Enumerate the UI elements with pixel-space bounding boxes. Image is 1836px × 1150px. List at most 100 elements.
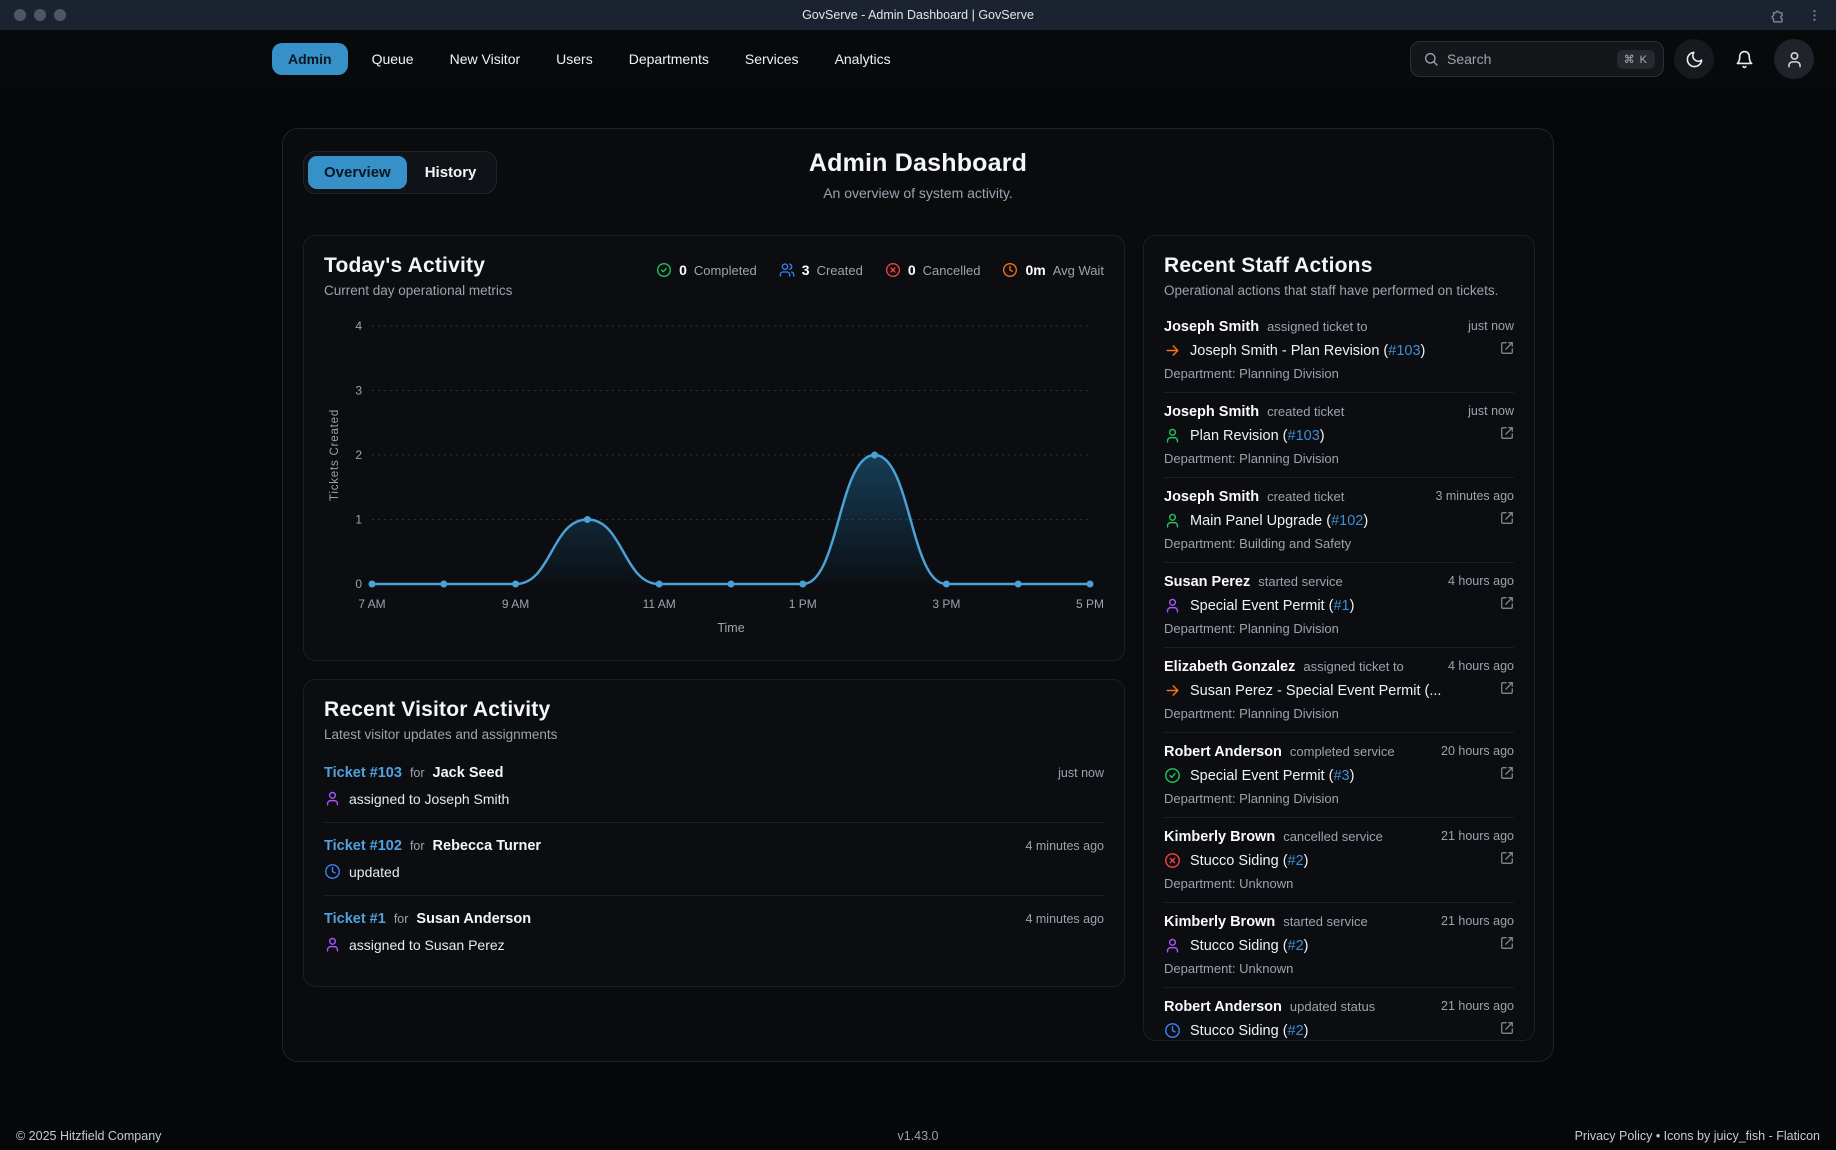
todays-activity-title: Today's Activity [324, 254, 512, 278]
nav-item-new-visitor[interactable]: New Visitor [438, 43, 533, 75]
staff-time: 20 hours ago [1441, 744, 1514, 758]
arrow-right-icon [1164, 682, 1181, 699]
external-link-icon[interactable] [1500, 511, 1514, 525]
tab-overview[interactable]: Overview [308, 156, 407, 189]
privacy-policy-link[interactable]: Privacy Policy [1575, 1129, 1653, 1143]
external-link-icon[interactable] [1500, 341, 1514, 355]
external-link-icon[interactable] [1500, 1021, 1514, 1035]
staff-action-label: created ticket [1267, 489, 1344, 504]
ticket-id-link[interactable]: #103 [1288, 428, 1320, 444]
staff-name: Joseph Smith [1164, 319, 1259, 335]
profile-button[interactable] [1774, 39, 1814, 79]
check-circle-icon [1164, 767, 1181, 784]
staff-action-row: Kimberly Brown started service Stucco Sidi… [1164, 902, 1514, 987]
app-footer: © 2025 Hitzfield Company v1.43.0 Privacy… [0, 1122, 1836, 1150]
svg-text:5 PM: 5 PM [1076, 597, 1104, 611]
visitor-name: Susan Anderson [416, 911, 531, 927]
user-icon [1785, 50, 1804, 69]
theme-toggle-button[interactable] [1674, 39, 1714, 79]
staff-time: just now [1468, 404, 1514, 418]
staff-time: 21 hours ago [1441, 999, 1514, 1013]
window-menu-icon[interactable] [1807, 8, 1822, 23]
footer-credits: • Icons by juicy_fish - Flaticon [1652, 1129, 1820, 1143]
notifications-button[interactable] [1724, 39, 1764, 79]
nav-item-departments[interactable]: Departments [617, 43, 721, 75]
left-column: Today's Activity Current day operational… [303, 235, 1125, 987]
top-navbar: Admin Queue New Visitor Users Departments Ser… [0, 30, 1836, 88]
search-icon [1423, 51, 1439, 67]
staff-name: Elizabeth Gonzalez [1164, 659, 1295, 675]
staff-ticket-title: Stucco Siding (#2) [1190, 938, 1309, 954]
staff-action-label: started service [1258, 574, 1343, 589]
search-box[interactable]: ⌘ K [1410, 41, 1664, 77]
nav-item-admin[interactable]: Admin [272, 43, 348, 75]
window-minimize-button[interactable] [34, 9, 46, 21]
window-close-button[interactable] [14, 9, 26, 21]
user-icon [1164, 597, 1181, 614]
staff-action-label: assigned ticket to [1267, 319, 1367, 334]
tab-history[interactable]: History [409, 156, 493, 189]
stat-completed: 0Completed [656, 262, 757, 278]
visitor-activity-title: Recent Visitor Activity [324, 698, 1104, 722]
ticket-id-link[interactable]: #1 [1333, 598, 1349, 614]
dashboard-container: OverviewHistory Admin Dashboard An overv… [282, 128, 1554, 1062]
nav-item-services[interactable]: Services [733, 43, 811, 75]
nav-item-analytics[interactable]: Analytics [823, 43, 903, 75]
external-link-icon[interactable] [1500, 851, 1514, 865]
external-link-icon[interactable] [1500, 596, 1514, 610]
external-link-icon[interactable] [1500, 936, 1514, 950]
ticket-id-link[interactable]: #2 [1288, 938, 1304, 954]
ticket-id-link[interactable]: #2 [1288, 853, 1304, 869]
staff-ticket-title: Joseph Smith - Plan Revision (#103) [1190, 343, 1425, 359]
visitor-time: 4 minutes ago [1025, 912, 1104, 926]
staff-actions-subtitle: Operational actions that staff have perf… [1164, 283, 1514, 298]
svg-text:Time: Time [717, 621, 744, 635]
staff-time: 4 hours ago [1448, 659, 1514, 673]
external-link-icon[interactable] [1500, 766, 1514, 780]
staff-time: just now [1468, 319, 1514, 333]
tickets-created-chart: 012347 AM9 AM11 AM1 PM3 PM5 PMTimeTicket… [324, 312, 1104, 642]
ticket-id-link[interactable]: #102 [1331, 513, 1363, 529]
staff-department: Department: Planning Division [1164, 621, 1448, 636]
staff-ticket-title: Susan Perez - Special Event Permit (... [1190, 683, 1441, 699]
visitor-row: Ticket #1forSusan Anderson4 minutes agoa… [324, 895, 1104, 968]
ticket-link[interactable]: Ticket #103 [324, 765, 402, 781]
user-icon [1164, 937, 1181, 954]
for-label: for [394, 912, 409, 926]
user-icon [324, 790, 341, 807]
staff-name: Kimberly Brown [1164, 914, 1275, 930]
nav-item-users[interactable]: Users [544, 43, 605, 75]
footer-version: v1.43.0 [897, 1129, 938, 1143]
visitor-activity-list: Ticket #103forJack Seedjust nowassigned … [324, 750, 1104, 968]
staff-action-row: Susan Perezstarted serviceSpecial Event … [1164, 562, 1514, 647]
search-input[interactable] [1447, 51, 1609, 67]
user-icon [1164, 427, 1181, 444]
search-shortcut-badge: ⌘ K [1617, 50, 1655, 69]
extensions-icon[interactable] [1770, 7, 1787, 24]
staff-actions-list: Joseph Smith assigned ticket to Joseph Smi… [1164, 308, 1514, 1041]
staff-action-label: started service [1283, 914, 1368, 929]
staff-ticket-title: Stucco Siding (#2) [1190, 1023, 1309, 1039]
staff-ticket-title: Plan Revision (#103) [1190, 428, 1325, 444]
svg-text:4: 4 [355, 319, 362, 333]
bell-icon [1735, 50, 1754, 69]
external-link-icon[interactable] [1500, 426, 1514, 440]
staff-name: Susan Perez [1164, 574, 1250, 590]
svg-text:0: 0 [355, 577, 362, 591]
visitor-name: Rebecca Turner [433, 838, 542, 854]
external-link-icon[interactable] [1500, 681, 1514, 695]
ticket-link[interactable]: Ticket #1 [324, 911, 386, 927]
staff-department: Department: Planning Division [1164, 706, 1448, 721]
nav-item-queue[interactable]: Queue [360, 43, 426, 75]
window-maximize-button[interactable] [54, 9, 66, 21]
ticket-id-link[interactable]: #103 [1388, 343, 1420, 359]
staff-ticket-title: Stucco Siding (#2) [1190, 853, 1309, 869]
ticket-id-link[interactable]: #2 [1288, 1023, 1304, 1039]
moon-icon [1685, 50, 1704, 69]
window-titlebar: GovServe - Admin Dashboard | GovServe [0, 0, 1836, 30]
ticket-link[interactable]: Ticket #102 [324, 838, 402, 854]
window-controls[interactable] [14, 9, 66, 21]
staff-action-label: assigned ticket to [1303, 659, 1403, 674]
activity-stats: 0Completed3Created0Cancelled0mAvg Wait [656, 254, 1104, 278]
ticket-id-link[interactable]: #3 [1333, 768, 1349, 784]
